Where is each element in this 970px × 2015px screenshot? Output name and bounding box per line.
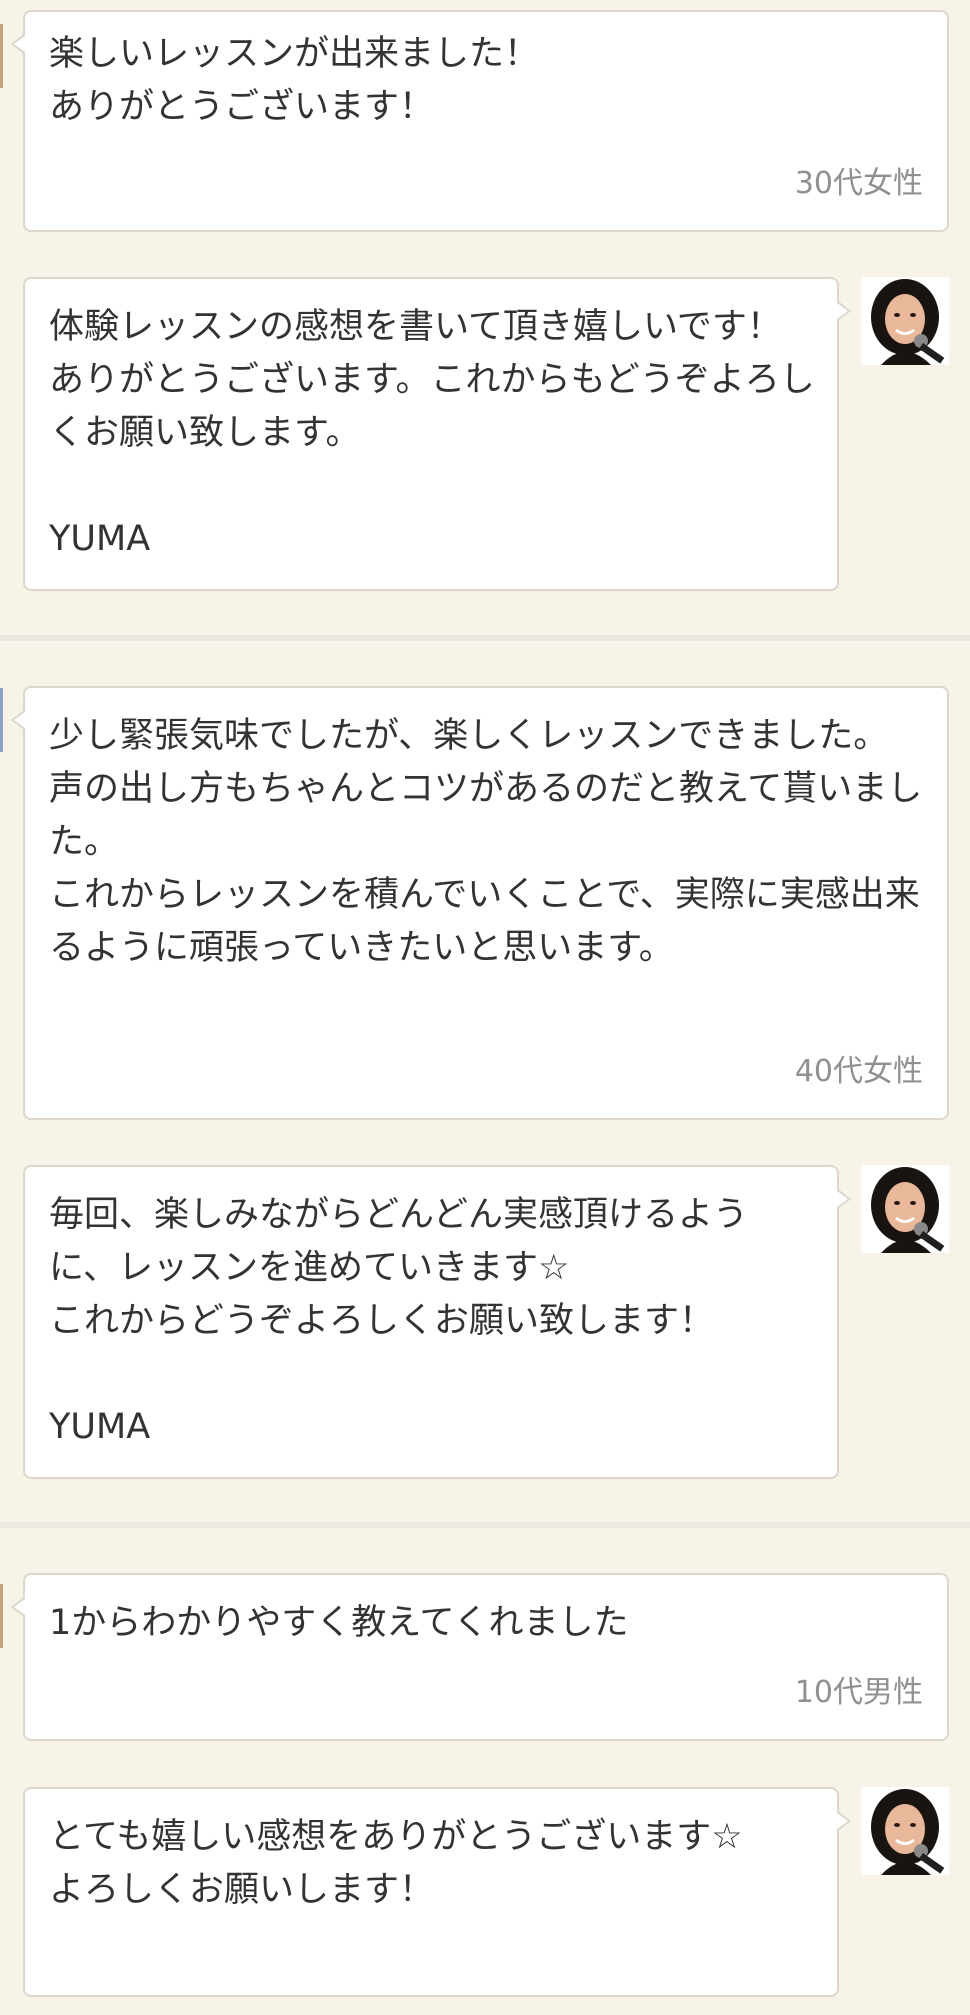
edge-marker (0, 24, 3, 88)
teacher-reply-bubble: とても嬉しい感想をありがとうございます☆ よろしくお願いします！ (23, 1787, 851, 1997)
customer-review-bubble: 少し緊張気味でしたが、楽しくレッスンできました。 声の出し方もちゃんとコツがある… (11, 686, 949, 1120)
customer-review-text: 1からわかりやすく教えてくれました (49, 1603, 629, 1643)
teacher-avatar-icon[interactable] (861, 1787, 949, 1875)
teacher-reply-text: 体験レッスンの感想を書いて頂き嬉しいです！ありがとうございます。これからもどうぞ… (49, 307, 815, 559)
edge-marker (0, 1584, 3, 1648)
customer-review-text: 楽しいレッスンが出来ました！ ありがとうございます！ (49, 34, 540, 127)
customer-review-bubble: 1からわかりやすく教えてくれました 10代男性 (11, 1573, 949, 1741)
teacher-reply-text: とても嬉しい感想をありがとうございます☆ よろしくお願いします！ (49, 1817, 743, 1910)
teacher-reply-bubble: 体験レッスンの感想を書いて頂き嬉しいです！ありがとうございます。これからもどうぞ… (23, 277, 851, 591)
customer-age-gender: 40代女性 (794, 1054, 923, 1089)
teacher-reply-bubble: 毎回、楽しみながらどんどん実感頂けるように、レッスンを進めていきます☆ これから… (23, 1165, 851, 1479)
section-divider (0, 635, 970, 641)
edge-marker (0, 688, 3, 752)
reviews-page: 楽しいレッスンが出来ました！ ありがとうございます！ 30代女性 体験レッスンの… (0, 0, 970, 2015)
section-divider (0, 1522, 970, 1528)
customer-review-text: 少し緊張気味でしたが、楽しくレッスンできました。 声の出し方もちゃんとコツがある… (49, 716, 923, 968)
teacher-avatar-icon[interactable] (861, 1165, 949, 1253)
customer-age-gender: 10代男性 (794, 1675, 923, 1710)
customer-review-bubble: 楽しいレッスンが出来ました！ ありがとうございます！ 30代女性 (11, 10, 949, 232)
teacher-avatar-icon[interactable] (861, 277, 949, 365)
customer-age-gender: 30代女性 (794, 166, 923, 201)
teacher-reply-text: 毎回、楽しみながらどんどん実感頂けるように、レッスンを進めていきます☆ これから… (49, 1195, 748, 1447)
